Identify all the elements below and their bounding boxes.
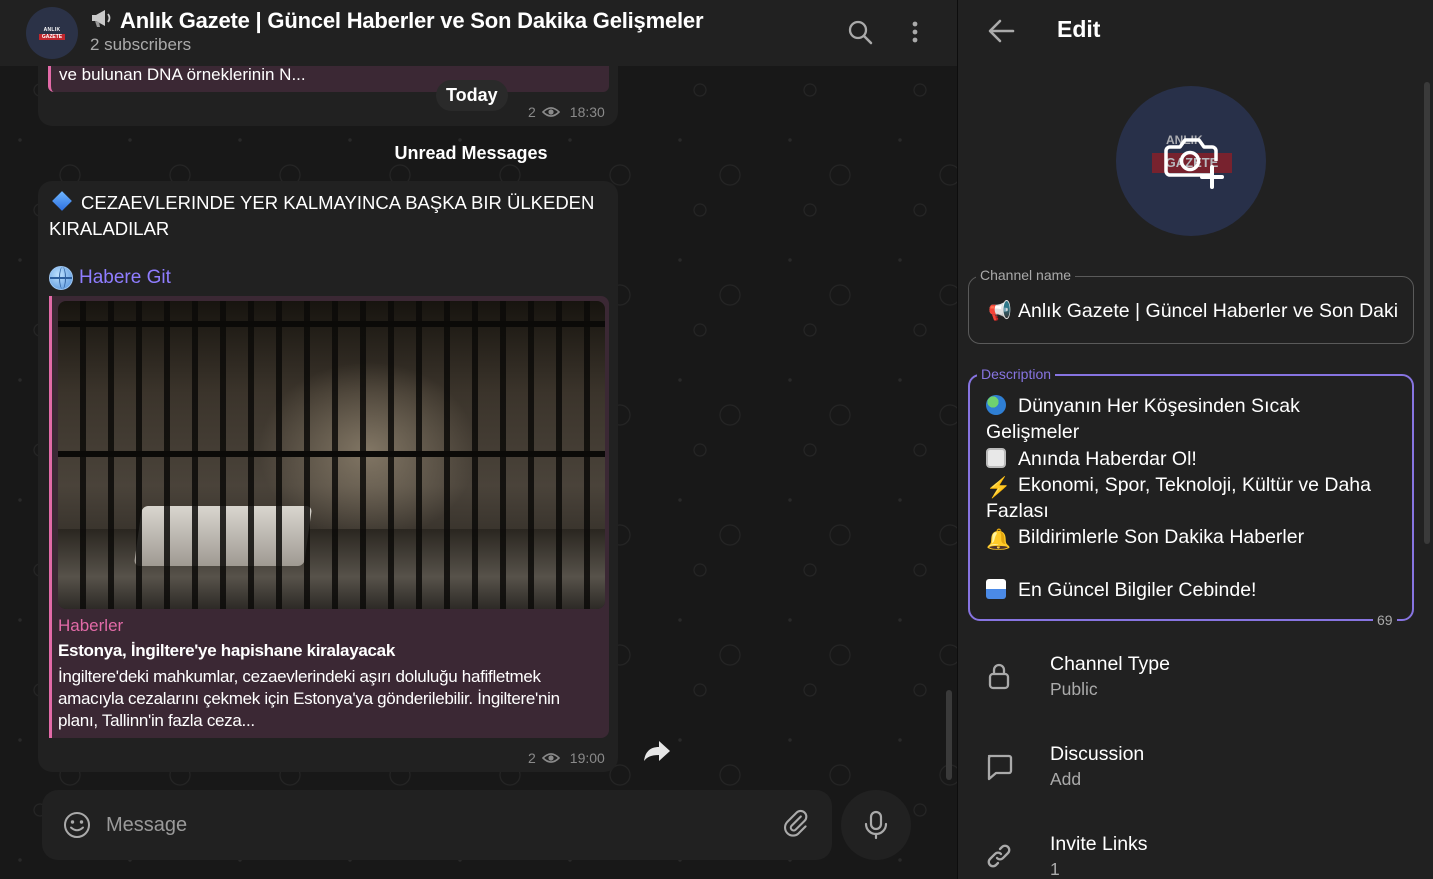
- channel-title-row[interactable]: Anlık Gazete | Güncel Haberler ve Son Da…: [90, 7, 704, 35]
- more-vertical-icon[interactable]: [899, 16, 931, 48]
- channel-title: Anlık Gazete | Güncel Haberler ve Son Da…: [120, 8, 704, 33]
- setting-name: Discussion: [1050, 743, 1145, 765]
- chat-bubble-icon: [984, 751, 1014, 781]
- description-text[interactable]: Dünyanın Her Köşesinden Sıcak Gelişmeler…: [986, 393, 1406, 603]
- chat-panel: ve bulunan DNA örneklerinin N... Today 2…: [0, 0, 957, 879]
- channel-photo-upload[interactable]: ANLIK GAZETE: [1116, 86, 1266, 236]
- edit-channel-panel: Edit ANLIK GAZETE Channel name 📢 Anlık G…: [957, 0, 1433, 879]
- message-input[interactable]: [106, 810, 726, 840]
- channel-avatar[interactable]: ANLIK GAZETE: [26, 7, 78, 59]
- setting-name: Invite Links: [1050, 833, 1148, 855]
- previous-message-excerpt: ve bulunan DNA örneklerinin N...: [59, 65, 306, 84]
- eye-icon: [541, 753, 560, 763]
- search-icon[interactable]: [844, 16, 876, 48]
- paperclip-icon[interactable]: [780, 808, 814, 842]
- edit-title: Edit: [1057, 16, 1101, 42]
- setting-value: 1: [1050, 859, 1060, 879]
- lock-icon: [984, 661, 1014, 691]
- preview-site-name: Haberler: [58, 616, 124, 635]
- chat-header[interactable]: ANLIK GAZETE Anlık Gazete | Güncel Haber…: [0, 0, 957, 66]
- globe-emoji-icon: [986, 395, 1006, 415]
- bell-emoji-icon: 🔔: [986, 529, 1011, 552]
- views-count: 2: [528, 750, 536, 766]
- preview-headline: Estonya, İngiltere'ye hapishane kiralaya…: [58, 641, 395, 660]
- setting-discussion[interactable]: Discussion Add: [958, 733, 1433, 823]
- habere-git-label[interactable]: Habere Git: [79, 267, 171, 289]
- forward-icon[interactable]: [640, 734, 674, 768]
- description-label: Description: [977, 366, 1056, 382]
- prison-cell-photo[interactable]: [58, 301, 605, 609]
- lightning-emoji-icon: ⚡: [986, 476, 1011, 499]
- date-pill[interactable]: Today: [436, 80, 508, 111]
- description-char-count: 69: [1373, 612, 1397, 628]
- microphone-button[interactable]: [841, 790, 911, 860]
- newspaper-emoji-icon: [986, 447, 1006, 468]
- globe-icon: [49, 266, 73, 290]
- link-icon: [984, 841, 1014, 871]
- setting-name: Channel Type: [1050, 653, 1170, 675]
- smile-icon[interactable]: [60, 808, 94, 842]
- megaphone-icon: [90, 7, 116, 35]
- channel-name-label: Channel name: [976, 267, 1076, 283]
- setting-value: Public: [1050, 679, 1098, 699]
- telegram-app: ve bulunan DNA örneklerinin N... Today 2…: [0, 0, 1433, 879]
- subscriber-count: 2 subscribers: [90, 35, 192, 54]
- megaphone-emoji-icon: 📢: [988, 300, 1012, 322]
- setting-value: Add: [1050, 769, 1082, 789]
- avatar-line1: ANLIK: [43, 26, 61, 33]
- back-arrow-icon[interactable]: [984, 14, 1018, 48]
- preview-summary: İngiltere'deki mahkumlar, cezaevlerindek…: [58, 667, 560, 730]
- post-meta: 2 19:00: [528, 750, 605, 766]
- message-time: 18:30: [569, 104, 605, 120]
- edit-scrollbar[interactable]: [1424, 82, 1430, 544]
- previous-message-meta: 2 18:30: [528, 104, 605, 120]
- add-photo-camera-icon[interactable]: [1160, 131, 1224, 191]
- unread-messages-divider: Unread Messages: [394, 143, 548, 163]
- chart-emoji-icon: [986, 578, 1006, 599]
- eye-icon: [541, 107, 560, 117]
- message-time: 19:00: [569, 750, 605, 766]
- channel-name-value[interactable]: Anlık Gazete | Güncel Haberler ve Son Da…: [1018, 300, 1398, 323]
- habere-git-link[interactable]: Habere Git: [49, 266, 171, 290]
- blue-diamond-icon: [52, 191, 72, 211]
- message-composer: [42, 790, 832, 860]
- post-title: CEZAEVLERINDE YER KALMAYINCA BAŞKA BIR Ü…: [49, 191, 595, 239]
- setting-channel-type[interactable]: Channel Type Public: [958, 643, 1433, 733]
- channel-name-field[interactable]: Channel name 📢 Anlık Gazete | Güncel Hab…: [968, 267, 1414, 344]
- microphone-icon: [864, 810, 888, 840]
- setting-invite-links[interactable]: Invite Links 1: [958, 823, 1433, 879]
- description-field[interactable]: Description Dünyanın Her Köşesinden Sıca…: [968, 366, 1414, 621]
- chat-scrollbar[interactable]: [946, 690, 952, 780]
- avatar-line2: GAZETE: [38, 33, 66, 40]
- views-count: 2: [528, 104, 536, 120]
